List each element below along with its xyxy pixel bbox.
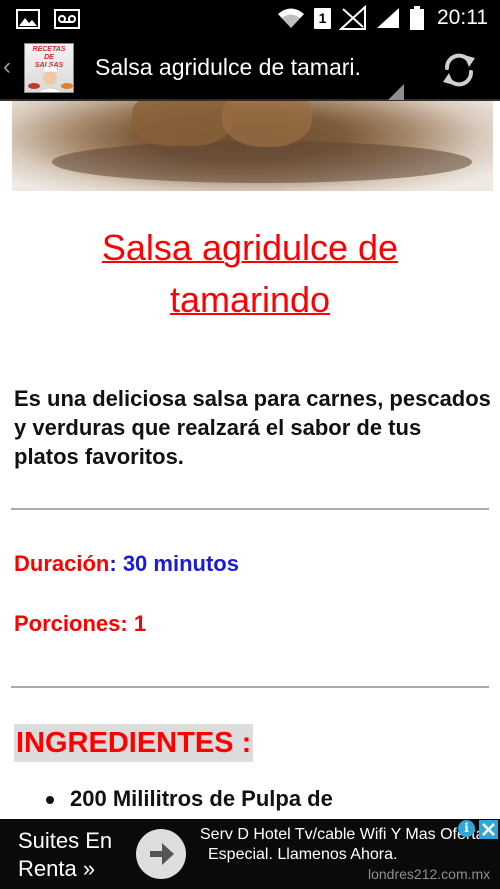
duration-label: Duración <box>14 551 110 576</box>
status-bar: 1 20:11 <box>0 0 500 37</box>
recipe-photo <box>12 101 493 191</box>
ad-headline-line-2: Renta » <box>18 856 96 881</box>
clock: 20:11 <box>437 6 488 29</box>
ad-description-line-1: Serv D Hotel Tv/cable Wifi Y Mas Ofertas <box>200 826 493 843</box>
logo-line-2: DE <box>44 54 54 61</box>
ad-close-icon[interactable] <box>479 820 498 839</box>
chef-icon <box>28 65 73 92</box>
duration-separator: : <box>109 551 117 576</box>
portions-value: 1 <box>133 611 147 636</box>
sim-icon: 1 <box>314 7 331 29</box>
action-bar: ‹ RECETAS DE SALSAS Salsa agridulce de t… <box>0 37 500 101</box>
wifi-icon <box>278 8 304 28</box>
ad-url[interactable]: londres212.com.mx <box>368 866 490 882</box>
divider <box>11 508 489 510</box>
list-item: 200 Mililitros de Pulpa de <box>40 784 490 813</box>
no-signal-icon <box>339 5 366 30</box>
ad-description[interactable]: Serv D Hotel Tv/cable Wifi Y Mas Ofertas… <box>200 825 500 865</box>
ad-headline[interactable]: Suites En Renta » <box>18 827 112 883</box>
logo-line-1: RECETAS <box>32 46 66 53</box>
recipe-title-line-2: tamarindo <box>169 279 331 320</box>
battery-icon <box>410 6 424 30</box>
portions-row: Porciones: 1 <box>14 611 146 637</box>
dropdown-indicator-icon[interactable] <box>388 84 404 100</box>
signal-icon <box>377 8 399 28</box>
portions-label: Porciones: <box>14 611 128 636</box>
photo-sauce <box>52 141 472 183</box>
arrow-right-icon <box>150 843 174 865</box>
ad-banner[interactable]: Suites En Renta » Serv D Hotel Tv/cable … <box>0 819 500 889</box>
back-chevron-icon[interactable]: ‹ <box>3 55 15 79</box>
photo-meat <box>222 101 312 147</box>
app-logo[interactable]: RECETAS DE SALSAS <box>24 43 74 93</box>
ad-info-icon[interactable]: i <box>458 820 475 837</box>
recipe-title-line-1: Salsa agridulce de <box>101 227 399 268</box>
photo-meat <box>132 101 232 146</box>
ad-open-button[interactable] <box>136 829 186 879</box>
voicemail-icon <box>54 9 80 29</box>
ingredients-heading: INGREDIENTES : <box>14 724 254 762</box>
refresh-icon[interactable] <box>439 50 479 90</box>
image-icon <box>16 9 40 29</box>
ingredient-list: 200 Mililitros de Pulpa de <box>40 784 490 813</box>
divider <box>11 686 489 688</box>
ad-headline-line-1: Suites En <box>18 828 113 853</box>
recipe-intro: Es una deliciosa salsa para carnes, pesc… <box>14 386 491 469</box>
screen-title: Salsa agridulce de tamari. <box>95 54 361 80</box>
duration-value: 30 minutos <box>122 551 239 576</box>
recipe-title: Salsa agridulce de tamarindo <box>0 222 500 326</box>
ad-description-line-2: Especial. Llamenos Ahora. <box>208 846 398 863</box>
duration-row: Duración: 30 minutos <box>14 551 239 577</box>
